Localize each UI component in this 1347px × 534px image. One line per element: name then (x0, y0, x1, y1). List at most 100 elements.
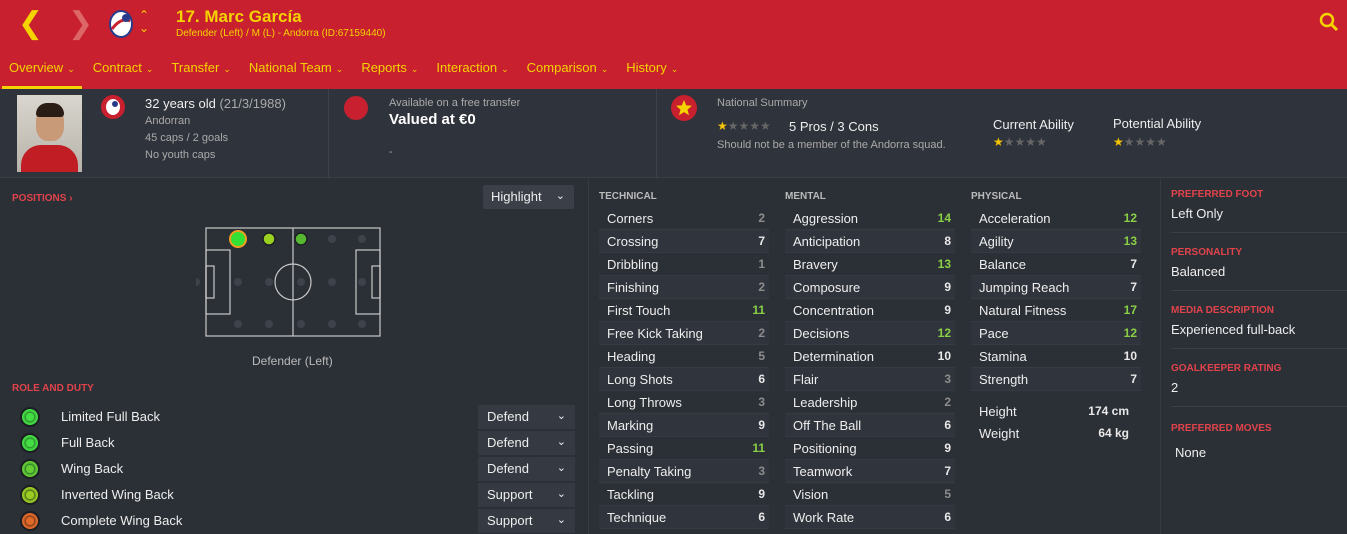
role-row[interactable]: Inverted Wing Back Support ⌄ (12, 483, 578, 507)
attribute-value: 12 (1123, 211, 1137, 225)
attribute-name: Concentration (793, 303, 874, 318)
highlight-label: Highlight (491, 189, 542, 204)
back-icon[interactable]: ❮ (18, 9, 44, 39)
tab-history[interactable]: History ⌄ (617, 52, 687, 89)
attribute-row-composure[interactable]: Composure 9 (785, 276, 955, 299)
position-pitch (196, 227, 381, 337)
attribute-value: 17 (1123, 303, 1137, 317)
divider (1171, 290, 1347, 291)
role-suitability-icon (20, 511, 40, 531)
attribute-row-balance[interactable]: Balance 7 (971, 253, 1141, 276)
player-switch-icon[interactable]: ⌃ ⌄ (139, 9, 149, 35)
chevron-down-icon: ⌄ (556, 488, 566, 500)
attribute-row-teamwork[interactable]: Teamwork 7 (785, 460, 955, 483)
attribute-row-penalty-taking[interactable]: Penalty Taking 3 (599, 460, 769, 483)
attribute-name: Aggression (793, 211, 859, 226)
attribute-value: 10 (1123, 349, 1137, 363)
attribute-name: Technique (607, 510, 667, 525)
attribute-row-aggression[interactable]: Aggression 14 (785, 207, 955, 230)
nationality[interactable]: Andorran (145, 115, 190, 127)
positions-title[interactable]: POSITIONS › (12, 193, 73, 204)
attribute-value: 3 (758, 464, 765, 478)
tab-national-team[interactable]: National Team ⌄ (240, 52, 352, 89)
duty-dropdown[interactable]: Support ⌄ (478, 483, 575, 507)
tab-label: Contract (92, 60, 142, 75)
attribute-row-finishing[interactable]: Finishing 2 (599, 276, 769, 299)
tab-transfer[interactable]: Transfer ⌄ (162, 52, 239, 89)
attribute-name: Flair (793, 372, 819, 387)
attribute-row-positioning[interactable]: Positioning 9 (785, 437, 955, 460)
position-label: Defender (Left) (252, 354, 333, 368)
tab-overview[interactable]: Overview ⌄ (0, 52, 84, 89)
club-crest-icon[interactable] (101, 95, 125, 119)
role-row[interactable]: Wing Back Defend ⌄ (12, 457, 578, 481)
attribute-row-long-shots[interactable]: Long Shots 6 (599, 368, 769, 391)
attribute-row-heading[interactable]: Heading 5 (599, 345, 769, 368)
attribute-row-tackling[interactable]: Tackling 9 (599, 483, 769, 506)
role-row[interactable]: Full Back Defend ⌄ (12, 431, 578, 455)
attribute-row-vision[interactable]: Vision 5 (785, 483, 955, 506)
chevron-down-icon: ⌄ (600, 64, 609, 74)
attribute-row-bravery[interactable]: Bravery 13 (785, 253, 955, 276)
duty-label: Defend (487, 409, 529, 424)
attribute-row-corners[interactable]: Corners 2 (599, 207, 769, 230)
chevron-down-icon: ⌄ (145, 64, 154, 74)
attribute-row-marking[interactable]: Marking 9 (599, 414, 769, 437)
attribute-row-leadership[interactable]: Leadership 2 (785, 391, 955, 414)
attribute-row-flair[interactable]: Flair 3 (785, 368, 955, 391)
positions-panel: POSITIONS › Highlight ⌄ Defender (Left) R… (0, 179, 588, 534)
attribute-row-concentration[interactable]: Concentration 9 (785, 299, 955, 322)
highlight-dropdown[interactable]: Highlight ⌄ (483, 185, 574, 209)
role-row[interactable]: Complete Wing Back Support ⌄ (12, 509, 578, 533)
duty-dropdown[interactable]: Defend ⌄ (478, 431, 575, 455)
attribute-name: Finishing (607, 280, 660, 295)
attribute-row-acceleration[interactable]: Acceleration 12 (971, 207, 1141, 230)
attribute-row-natural-fitness[interactable]: Natural Fitness 17 (971, 299, 1141, 322)
duty-dropdown[interactable]: Defend ⌄ (478, 405, 575, 429)
attribute-row-first-touch[interactable]: First Touch 11 (599, 299, 769, 322)
search-icon[interactable] (1319, 12, 1339, 32)
duty-dropdown[interactable]: Defend ⌄ (478, 457, 575, 481)
attribute-row-pace[interactable]: Pace 12 (971, 322, 1141, 345)
tab-comparison[interactable]: Comparison ⌄ (518, 52, 618, 89)
attribute-value: 5 (758, 349, 765, 363)
duty-dropdown[interactable]: Support ⌄ (478, 509, 575, 533)
attribute-row-free-kick-taking[interactable]: Free Kick Taking 2 (599, 322, 769, 345)
attribute-name: Leadership (793, 395, 858, 410)
club-crest-icon[interactable] (106, 9, 136, 39)
attribute-row-off-the-ball[interactable]: Off The Ball 6 (785, 414, 955, 437)
attribute-row-long-throws[interactable]: Long Throws 3 (599, 391, 769, 414)
attribute-row-decisions[interactable]: Decisions 12 (785, 322, 955, 345)
attribute-row-determination[interactable]: Determination 10 (785, 345, 955, 368)
attribute-name: Work Rate (793, 510, 855, 525)
attribute-row-crossing[interactable]: Crossing 7 (599, 230, 769, 253)
attribute-row-work-rate[interactable]: Work Rate 6 (785, 506, 955, 529)
role-name: Wing Back (61, 461, 124, 476)
chevron-down-icon: ⌄ (501, 64, 509, 74)
tab-contract[interactable]: Contract ⌄ (84, 52, 163, 89)
player-value: Valued at €0 (389, 111, 476, 128)
attribute-row-anticipation[interactable]: Anticipation 8 (785, 230, 955, 253)
attribute-row-strength[interactable]: Strength 7 (971, 368, 1141, 391)
tab-reports[interactable]: Reports ⌄ (352, 52, 427, 89)
attribute-row-passing[interactable]: Passing 11 (599, 437, 769, 460)
pros-cons[interactable]: 5 Pros / 3 Cons (789, 119, 879, 134)
player-photo[interactable] (17, 95, 82, 172)
forward-icon[interactable]: ❯ (68, 9, 94, 39)
attribute-value: 13 (1123, 234, 1137, 248)
player-info-side: PREFERRED FOOT Left Only PERSONALITY Bal… (1160, 179, 1347, 534)
chevron-down-icon: ⌄ (410, 64, 419, 74)
attribute-value: 2 (758, 280, 765, 294)
tab-label: Comparison (526, 60, 597, 75)
attribute-row-agility[interactable]: Agility 13 (971, 230, 1141, 253)
attribute-row-stamina[interactable]: Stamina 10 (971, 345, 1141, 368)
current-ability-label: Current Ability (993, 117, 1074, 132)
attribute-row-technique[interactable]: Technique 6 (599, 506, 769, 529)
attribute-row-jumping-reach[interactable]: Jumping Reach 7 (971, 276, 1141, 299)
tab-interaction[interactable]: Interaction ⌄ (427, 52, 517, 89)
role-row[interactable]: Limited Full Back Defend ⌄ (12, 405, 578, 429)
attribute-value: 7 (944, 464, 951, 478)
chevron-down-icon: ⌄ (556, 514, 566, 526)
attribute-name: Agility (979, 234, 1014, 249)
attribute-row-dribbling[interactable]: Dribbling 1 (599, 253, 769, 276)
